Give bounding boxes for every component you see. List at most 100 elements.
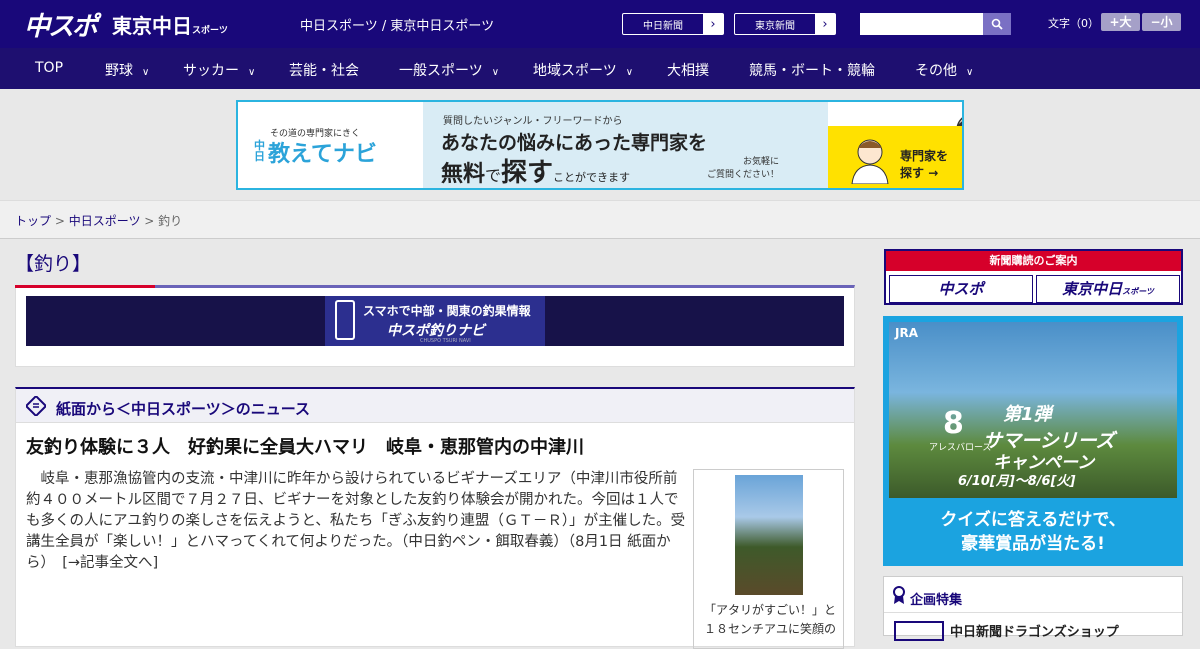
subscription-title: 新聞購読のご案内 <box>886 251 1181 271</box>
tsuri-navi-line2: 中スポ釣りナビ <box>387 323 485 339</box>
feature-thumbnail[interactable] <box>894 621 944 641</box>
font-bigger-button[interactable]: +大 <box>1101 13 1140 31</box>
article-photo <box>735 475 803 595</box>
subscribe-tokyo-sub: スポーツ <box>1122 287 1154 296</box>
nav-item-baseball[interactable]: 野球 ∨ <box>105 60 149 80</box>
ad-line3-c: 探す <box>501 158 554 188</box>
chevron-down-icon: ∨ <box>491 67 500 78</box>
breadcrumb-current: 釣り <box>158 214 183 228</box>
breadcrumb-chuspo[interactable]: 中日スポーツ <box>69 214 141 228</box>
subscribe-chuspo-button[interactable]: 中スポ <box>889 275 1033 303</box>
font-size-label: 文字（0） <box>1048 17 1099 30</box>
ad-note: お気軽にご質問ください！ <box>707 156 779 182</box>
tsuri-navi-banner[interactable]: スマホで中部・関東の釣果情報 中スポ釣りナビ CHUSPO TSURI NAVI <box>26 296 844 346</box>
jra-dates: 6/10[月]〜8/6[火] <box>958 474 1076 489</box>
tokyo-chunichi-logo[interactable]: 東京中日スポーツ <box>112 10 228 39</box>
subscription-box: 新聞購読のご案内 中スポ 東京中日スポーツ <box>884 249 1183 305</box>
read-more-link[interactable]: [→記事全文へ] <box>62 555 158 571</box>
nav-item-label: その他 <box>915 63 957 79</box>
nav-item-label: サッカー <box>183 63 239 79</box>
nav-item-label: 地域スポーツ <box>533 63 617 79</box>
nav-item-other[interactable]: その他 ∨ <box>915 60 973 80</box>
nav-item-entertainment[interactable]: 芸能・社会 <box>289 60 359 80</box>
oshiete-navi-ad[interactable]: その道の専門家にきく 中日 教えてナビ 質問したいジャンル・フリーワードから あ… <box>236 100 964 190</box>
nav-item-label: 競馬・ボート・競輪 <box>749 63 875 79</box>
photo-caption: 「アタリがすごい！」と１８センチアユに笑顔の <box>703 603 836 636</box>
main-nav: TOP 野球 ∨ サッカー ∨ 芸能・社会 一般スポーツ ∨ 地域スポーツ ∨ 大相撲 … <box>0 48 1200 89</box>
feature-title: 企画特集 <box>910 593 963 608</box>
ad-brand-prefix: 中日 <box>254 139 265 163</box>
chevron-down-icon: ∨ <box>142 67 150 78</box>
tsuri-navi-small: CHUSPO TSURI NAVI <box>420 338 471 344</box>
breadcrumb: トップ > 中日スポーツ > 釣り <box>15 212 182 229</box>
question-person-icon <box>851 139 889 184</box>
subscribe-tokyo-label: 東京中日 <box>1062 280 1123 298</box>
chunichi-shimbun-label: 中日新聞 <box>643 20 683 32</box>
ad-line1: 質問したいジャンル・フリーワードから <box>443 116 623 127</box>
nav-item-label: TOP <box>35 60 64 76</box>
feature-box: 企画特集 中日新聞ドラゴンズショップ <box>883 576 1183 641</box>
tokyo-logo-sub: スポーツ <box>192 26 228 36</box>
ad-cta2: 探す → <box>900 165 948 182</box>
ad-cta2-text: 探す <box>900 166 925 180</box>
feature-item-dragons-shop[interactable]: 中日新聞ドラゴンズショップ <box>950 621 1119 640</box>
ad-cta-panel[interactable]: 専門家を 探す → <box>828 126 962 188</box>
chunichi-shimbun-link[interactable]: 中日新聞 › <box>622 13 724 35</box>
accent-bar <box>15 285 155 288</box>
news-header-title: 紙面から＜中日スポーツ＞のニュース <box>56 400 310 418</box>
news-block: 紙面から＜中日スポーツ＞のニュース 友釣り体験に３人 好釣果に全員大ハマリ 岐阜… <box>15 387 855 649</box>
chevron-right-icon: › <box>703 14 723 34</box>
arrow-right-icon: → <box>928 166 939 180</box>
chuspo-logo[interactable]: 中スポ <box>24 6 98 43</box>
ad-line3-a: 無料 <box>441 162 486 187</box>
ad-cta: 専門家を 探す → <box>900 148 948 182</box>
search-button[interactable] <box>983 13 1011 35</box>
newspaper-icon <box>26 396 46 416</box>
nav-item-soccer[interactable]: サッカー ∨ <box>183 60 255 80</box>
chevron-down-icon: ∨ <box>625 67 634 78</box>
nav-item-label: 一般スポーツ <box>399 63 483 79</box>
chevron-right-icon: › <box>815 14 835 34</box>
nav-item-regional-sports[interactable]: 地域スポーツ ∨ <box>533 60 633 80</box>
nav-item-general-sports[interactable]: 一般スポーツ ∨ <box>399 60 499 80</box>
ad-note1: お気軽に <box>743 157 780 167</box>
breadcrumb-bar: トップ > 中日スポーツ > 釣り <box>0 200 1200 239</box>
breadcrumb-home[interactable]: トップ <box>15 214 51 228</box>
nav-item-racing[interactable]: 競馬・ボート・競輪 <box>749 60 875 80</box>
ad-note2: ご質問ください！ <box>707 170 780 180</box>
site-header: 中スポ 東京中日スポーツ 中日スポーツ / 東京中日スポーツ 中日新聞 › 東京… <box>0 0 1200 48</box>
ad-brand-panel: その道の専門家にきく 中日 教えてナビ <box>238 102 423 188</box>
article-photo-box[interactable]: 「アタリがすごい！」と１８センチアユに笑顔の <box>693 469 844 649</box>
tsuri-navi-inner: スマホで中部・関東の釣果情報 中スポ釣りナビ CHUSPO TSURI NAVI <box>325 296 545 346</box>
section-header-box: スマホで中部・関東の釣果情報 中スポ釣りナビ CHUSPO TSURI NAVI <box>15 285 855 367</box>
search-icon <box>991 18 1003 30</box>
jra-campaign-ad[interactable]: JRA 8 アレスバローズ 第1弾 サマーシリーズ キャンペーン 6/10[月]… <box>883 316 1183 566</box>
subscribe-tokyo-button[interactable]: 東京中日スポーツ <box>1036 275 1180 303</box>
smartphone-icon <box>335 300 355 340</box>
font-smaller-button[interactable]: −小 <box>1142 13 1181 31</box>
feature-header: 企画特集 <box>884 577 1182 613</box>
jra-cta1: クイズに答えるだけで、 <box>940 510 1126 530</box>
nav-item-sumo[interactable]: 大相撲 <box>667 60 709 80</box>
ribbon-icon <box>893 586 905 604</box>
breadcrumb-sep: > <box>140 214 159 228</box>
ad-line3-d: ことができます <box>553 171 631 184</box>
ad-brand: 教えてナビ <box>268 142 377 167</box>
tokyo-logo-text: 東京中日 <box>112 14 192 38</box>
jra-number: 8 <box>943 406 964 441</box>
site-title: 中日スポーツ / 東京中日スポーツ <box>300 19 495 34</box>
article-body: 岐阜・恵那漁協管内の支流・中津川に昨年から設けられているビギナーズエリア（中津川… <box>26 469 686 574</box>
jra-title-a: 第1弾 <box>1003 404 1052 425</box>
chevron-down-icon: ∨ <box>248 67 256 78</box>
search-input[interactable] <box>860 13 983 35</box>
jra-cta2: 豪華賞品が当たる! <box>961 534 1105 554</box>
tokyo-shimbun-label: 東京新聞 <box>755 20 795 32</box>
ad-line2: あなたの悩みにあった専門家を <box>441 132 708 154</box>
article-title[interactable]: 友釣り体験に３人 好釣果に全員大ハマリ 岐阜・恵那管内の中津川 <box>26 433 584 459</box>
nav-item-label: 野球 <box>105 63 133 79</box>
tokyo-shimbun-link[interactable]: 東京新聞 › <box>734 13 836 35</box>
page-title: 【釣り】 <box>15 253 92 275</box>
nav-item-top[interactable]: TOP <box>35 60 63 76</box>
nav-item-label: 芸能・社会 <box>289 63 359 79</box>
ad-line3-b: で <box>485 166 502 185</box>
